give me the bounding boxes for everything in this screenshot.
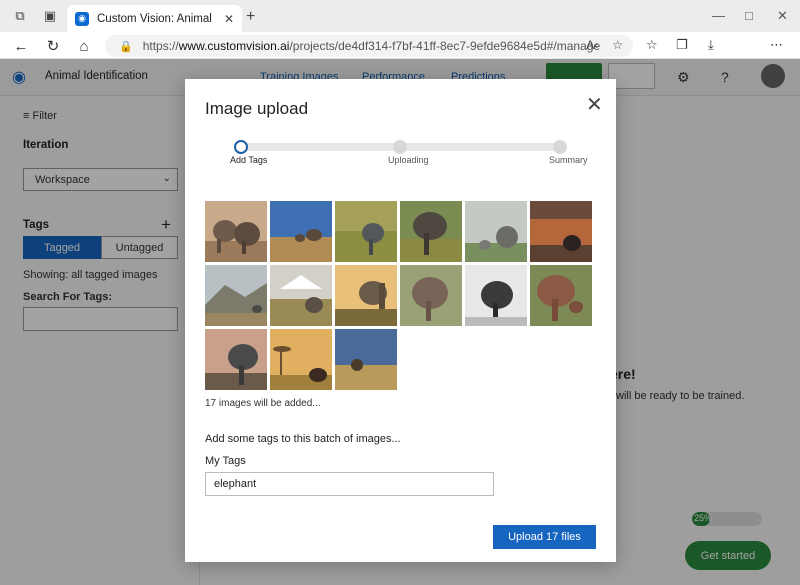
custom-vision-favicon-icon: ◉ <box>75 11 89 26</box>
image-thumbnail <box>530 265 592 326</box>
address-bar[interactable]: 🔒 https://www.customvision.ai/projects/d… <box>105 35 633 57</box>
image-thumbnail <box>465 201 527 262</box>
image-thumbnail <box>205 201 267 262</box>
tab-title: Custom Vision: Animal Identification <box>97 12 216 25</box>
refresh-icon[interactable]: ↻ <box>42 36 64 56</box>
image-thumbnail <box>400 201 462 262</box>
collections-icon[interactable]: ❐ <box>676 37 688 53</box>
downloads-icon[interactable]: ⤓ <box>708 37 714 53</box>
more-menu-icon[interactable]: ⋯ <box>770 37 783 53</box>
image-thumbnail <box>205 265 267 326</box>
minimize-icon[interactable]: — <box>712 8 725 23</box>
close-icon[interactable]: ✕ <box>586 95 603 115</box>
image-thumbnail <box>465 265 527 326</box>
workspaces-icon[interactable]: ⧉ <box>6 2 34 30</box>
upload-stepper <box>234 140 567 154</box>
step-dot-summary <box>553 140 567 154</box>
browser-tab[interactable]: ◉ Custom Vision: Animal Identification ✕ <box>67 5 242 32</box>
back-icon[interactable]: ← <box>10 36 32 56</box>
image-thumbnail <box>335 329 397 390</box>
url-text: https://www.customvision.ai/projects/de4… <box>142 39 601 53</box>
read-aloud-icon[interactable]: A‹ <box>586 38 598 52</box>
image-thumbnail <box>400 265 462 326</box>
image-thumbnail <box>530 201 592 262</box>
image-thumbnail <box>205 329 267 390</box>
browser-tab-bar: ⧉ ▣ ◉ Custom Vision: Animal Identificati… <box>0 0 800 32</box>
my-tags-input[interactable] <box>205 472 494 496</box>
my-tags-label: My Tags <box>205 455 246 467</box>
image-thumbnail <box>335 265 397 326</box>
step-label-summary: Summary <box>549 155 588 165</box>
image-thumbnail <box>270 329 332 390</box>
favorites-icon[interactable]: ☆ <box>646 37 658 53</box>
tab-actions-icon[interactable]: ▣ <box>36 2 64 30</box>
dialog-title: Image upload <box>205 99 309 118</box>
step-label-add-tags: Add Tags <box>230 155 268 165</box>
step-dot-add-tags <box>234 140 248 154</box>
image-thumbnail <box>270 201 332 262</box>
home-icon[interactable]: ⌂ <box>73 36 95 56</box>
lock-icon[interactable]: 🔒 <box>119 40 133 53</box>
address-toolbar: ← ↻ ⌂ 🔒 https://www.customvision.ai/proj… <box>0 32 800 59</box>
close-window-icon[interactable]: ✕ <box>777 8 788 24</box>
image-thumbnail <box>335 201 397 262</box>
upload-files-button[interactable]: Upload 17 files <box>493 525 596 549</box>
step-dot-uploading <box>393 140 407 154</box>
close-tab-icon[interactable]: ✕ <box>224 12 234 26</box>
image-upload-dialog: Image upload ✕ Add Tags Uploading Summar… <box>185 79 616 562</box>
batch-prompt: Add some tags to this batch of images... <box>205 433 401 445</box>
step-label-uploading: Uploading <box>388 155 429 165</box>
image-thumbnail <box>270 265 332 326</box>
new-tab-icon[interactable]: + <box>246 8 255 26</box>
maximize-icon[interactable]: □ <box>745 8 753 23</box>
image-count-text: 17 images will be added... <box>205 398 321 409</box>
favorite-star-icon[interactable]: ☆ <box>612 38 623 52</box>
